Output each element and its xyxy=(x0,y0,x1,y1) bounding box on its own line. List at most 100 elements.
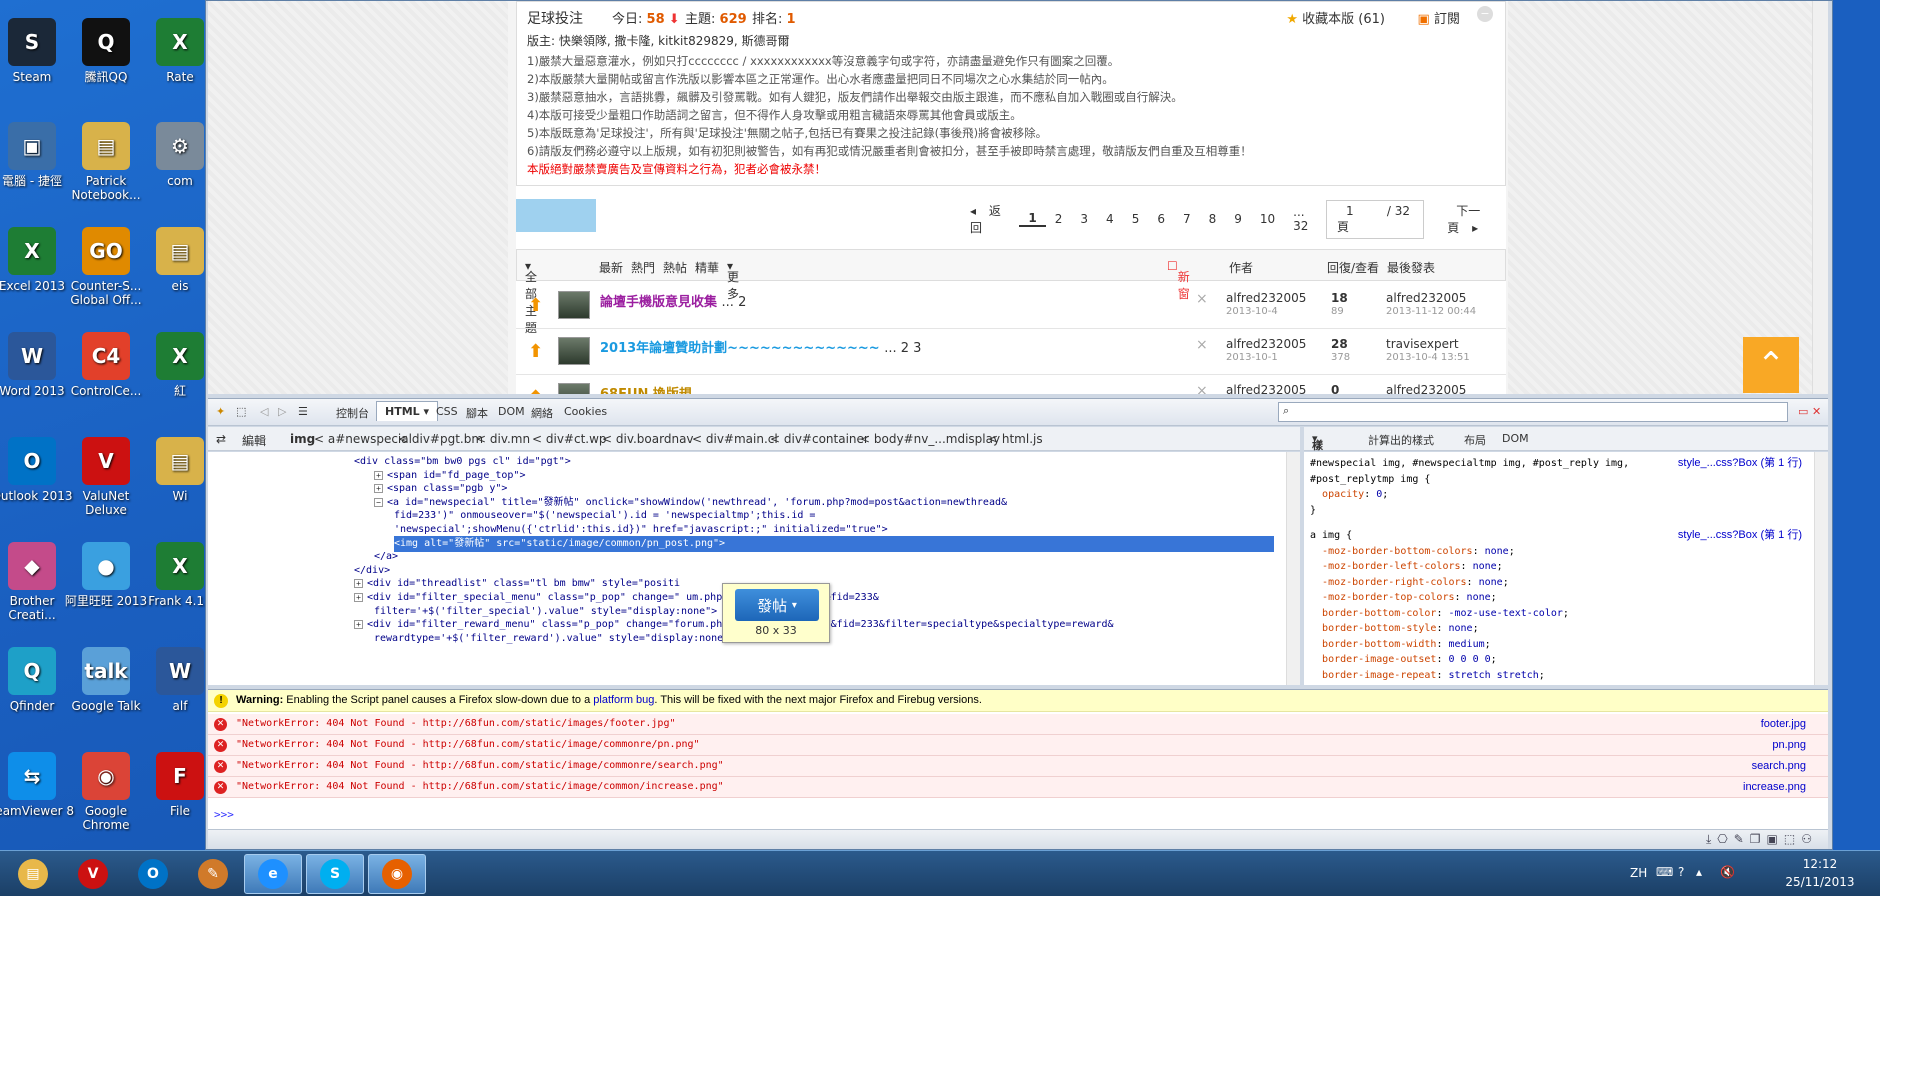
forward-icon[interactable]: ▷ xyxy=(278,405,286,418)
pager-page[interactable]: 9 xyxy=(1225,212,1251,226)
tab-script[interactable]: 腳本 xyxy=(466,405,488,421)
taskbar-app-outlook[interactable]: O xyxy=(124,854,182,894)
thread-author[interactable]: alfred232005 xyxy=(1226,291,1306,305)
favorite-link[interactable]: ★ 收藏本版 (61) xyxy=(1286,8,1385,27)
crumb[interactable]: < div#ct.wp xyxy=(532,432,607,446)
expand-toggle-icon[interactable]: − xyxy=(374,497,383,507)
console-error-row[interactable]: ✕ "NetworkError: 404 Not Found - http://6… xyxy=(208,735,1828,756)
pager-back[interactable]: ◂ 返回 xyxy=(961,202,1019,236)
inspect-icon[interactable]: ⬚ xyxy=(236,405,246,418)
crumb[interactable]: < div#pgt.bm xyxy=(398,432,483,446)
new-window-checkbox[interactable]: ☐ 新窗 xyxy=(1167,259,1190,301)
pager-page[interactable]: 8 xyxy=(1200,212,1226,226)
pager-page[interactable]: 5 xyxy=(1123,212,1149,226)
thread-title[interactable]: 2013年論壇贊助計劃~~~~~~~~~~~~~~ ... 2 3 xyxy=(600,337,921,356)
pager-page[interactable]: 1 xyxy=(1019,211,1046,227)
html-node[interactable]: rewardtype='+$('filter_reward').value" s… xyxy=(374,631,735,648)
table-row[interactable]: ⬆ 論壇手機版意見收集 ... 2 × alfred232005 2013-10-4 18… xyxy=(516,283,1506,329)
css-scrollbar[interactable] xyxy=(1814,452,1828,685)
crumb[interactable]: < div#container xyxy=(770,432,869,446)
last-post-user[interactable]: alfred232005 xyxy=(1386,383,1466,394)
tab-net[interactable]: 網絡 xyxy=(531,405,553,421)
console-error-row[interactable]: ✕ "NetworkError: 404 Not Found - http://6… xyxy=(208,777,1828,798)
console-error-row[interactable]: ✕ "NetworkError: 404 Not Found - http://6… xyxy=(208,714,1828,735)
error-file-link[interactable]: footer.jpg xyxy=(1761,718,1806,730)
filter-all[interactable]: 全部主題 ▾ xyxy=(525,259,537,335)
console-error-row[interactable]: ✕ "NetworkError: 404 Not Found - http://6… xyxy=(208,756,1828,777)
css-property[interactable]: border-image-outset: 0 0 0 0; xyxy=(1310,652,1497,668)
volume-icon[interactable]: 🔇 xyxy=(1720,865,1735,879)
back-to-top-button[interactable]: ⌃ xyxy=(1743,337,1799,393)
new-post-button[interactable] xyxy=(516,199,596,232)
pager-input[interactable]: 1 / 32 頁 xyxy=(1325,199,1425,239)
pager-page[interactable]: 6 xyxy=(1148,212,1174,226)
css-brace[interactable]: } xyxy=(1310,503,1316,519)
pager-page[interactable]: 2 xyxy=(1046,212,1072,226)
html-node-selected[interactable]: <img alt="發新帖" src="static/image/common/… xyxy=(394,535,1274,553)
clock-date[interactable]: 25/11/2013 xyxy=(1780,875,1860,889)
taskbar-app-valunet[interactable]: V xyxy=(64,854,122,894)
error-file-link[interactable]: increase.png xyxy=(1743,781,1806,793)
thread-author[interactable]: alfred232005 xyxy=(1226,337,1306,351)
edit-button[interactable]: 編輯 xyxy=(242,432,266,449)
tab-side-dom[interactable]: DOM xyxy=(1502,432,1529,445)
filter-digest[interactable]: 精華 xyxy=(695,259,719,276)
tab-cookies[interactable]: Cookies xyxy=(564,405,607,418)
css-property[interactable]: border-bottom-width: medium; xyxy=(1310,637,1491,653)
console-prompt[interactable]: >>> xyxy=(214,808,234,821)
close-icon[interactable]: ✕ xyxy=(1812,405,1821,418)
thread-title[interactable]: 論壇手機版意見收集 ... 2 xyxy=(600,291,746,310)
table-row[interactable]: ⬆ 68FUN 換版規 × alfred232005 0 alfred232005 xyxy=(516,375,1506,394)
panel-list-icon[interactable]: ☰ xyxy=(298,405,308,418)
crumb[interactable]: < body#nv_...mdisplay xyxy=(860,432,1000,446)
css-property[interactable]: border-bottom-color: -moz-use-text-color… xyxy=(1310,606,1569,622)
css-property[interactable]: -moz-border-right-colors: none; xyxy=(1310,575,1509,591)
crumb[interactable]: < html.js xyxy=(988,432,1043,446)
taskbar-app-paint[interactable]: ✎ xyxy=(184,854,242,894)
subscribe-link[interactable]: ▣ 訂閱 xyxy=(1418,8,1460,27)
clock-time[interactable]: 12:12 xyxy=(1780,857,1860,871)
css-source-link[interactable]: style_...css?Box (第 1 行) xyxy=(1678,528,1802,544)
filter-hot[interactable]: 熱門 xyxy=(631,259,655,276)
crumb[interactable]: < div.boardnav xyxy=(602,432,694,446)
css-selector[interactable]: #post_replytmp img { xyxy=(1310,472,1430,488)
status-icons[interactable]: ⤓⎔✎❐▣⬚⚇ xyxy=(1706,832,1818,847)
crumb[interactable]: < div#main.cl xyxy=(692,432,778,446)
firebug-search-input[interactable]: ⌕ xyxy=(1278,402,1788,422)
error-file-link[interactable]: search.png xyxy=(1752,760,1806,772)
pager-page[interactable]: ... 32 xyxy=(1284,205,1326,233)
filter-latest[interactable]: 最新 xyxy=(599,259,623,276)
page-scrollbar[interactable] xyxy=(1812,1,1828,394)
language-indicator[interactable]: ZH xyxy=(1630,866,1647,880)
taskbar-app-ie[interactable]: e xyxy=(244,854,302,894)
css-property[interactable]: opacity: 0; xyxy=(1310,487,1388,503)
platform-bug-link[interactable]: platform bug xyxy=(593,694,654,706)
tab-style[interactable]: 樣式 ▾ xyxy=(1312,432,1323,468)
pager-page[interactable]: 10 xyxy=(1251,212,1284,226)
css-property[interactable]: border-image-slice: 100% 100% 100% 100%; xyxy=(1310,683,1563,685)
crumb[interactable]: < div.mn xyxy=(476,432,530,446)
back-icon[interactable]: ◁ xyxy=(260,405,268,418)
firebug-icon[interactable]: ✦ xyxy=(216,405,225,418)
css-property[interactable]: -moz-border-bottom-colors: none; xyxy=(1310,544,1515,560)
pager-page[interactable]: 4 xyxy=(1097,212,1123,226)
css-property[interactable]: border-bottom-style: none; xyxy=(1310,621,1479,637)
taskbar-app-explorer[interactable]: ▤ xyxy=(4,854,62,894)
css-property[interactable]: -moz-border-left-colors: none; xyxy=(1310,559,1503,575)
css-selector[interactable]: a img { xyxy=(1310,528,1352,544)
chevron-up-icon[interactable]: ▴ xyxy=(1696,865,1702,879)
expand-toggle-icon[interactable]: + xyxy=(374,470,383,480)
error-file-link[interactable]: pn.png xyxy=(1772,739,1806,751)
css-selector[interactable]: #newspecial img, #newspecialtmp img, #po… xyxy=(1310,456,1629,472)
taskbar-app-firefox[interactable]: ◉ xyxy=(368,854,426,894)
close-icon[interactable]: × xyxy=(1196,291,1208,307)
keyboard-icon[interactable]: ⌨ xyxy=(1656,865,1673,879)
html-scrollbar[interactable] xyxy=(1286,452,1300,685)
expand-toggle-icon[interactable]: + xyxy=(354,620,363,630)
table-row[interactable]: ⬆ 2013年論壇贊助計劃~~~~~~~~~~~~~~ ... 2 3 × alfre… xyxy=(516,329,1506,375)
breadcrumb-scroll-icon[interactable]: ⇄ xyxy=(216,432,226,446)
tab-css[interactable]: CSS xyxy=(436,405,458,418)
thread-title[interactable]: 68FUN 換版規 xyxy=(600,383,692,394)
pager-page[interactable]: 3 xyxy=(1071,212,1097,226)
last-post-user[interactable]: travisexpert xyxy=(1386,337,1459,351)
